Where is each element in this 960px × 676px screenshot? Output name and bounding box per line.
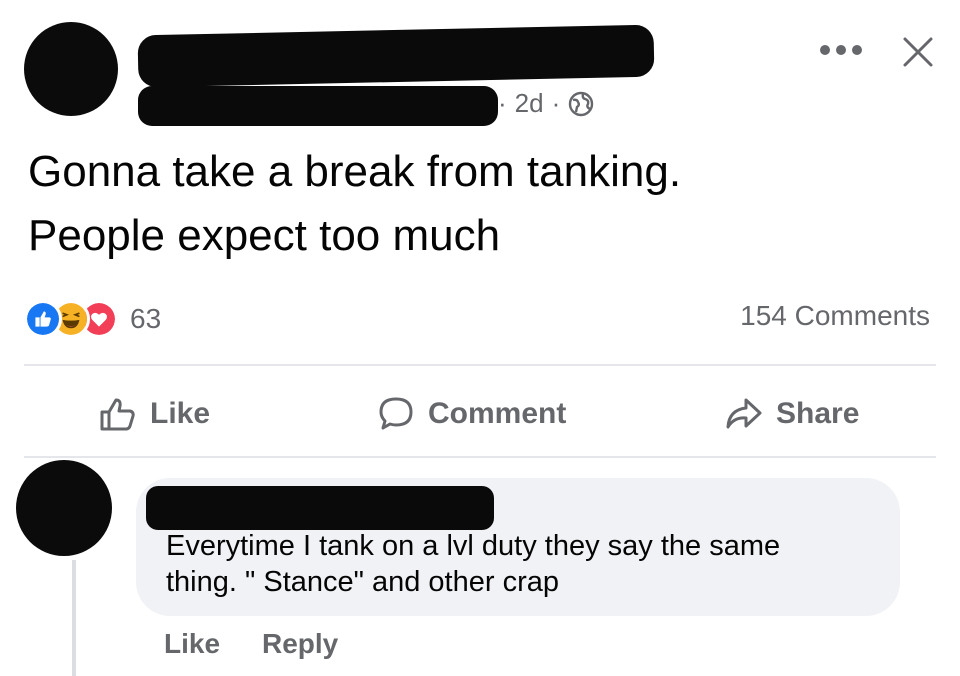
separator-dot: · [498, 88, 507, 118]
commenter-avatar[interactable] [16, 460, 112, 556]
share-button[interactable]: Share [724, 392, 859, 436]
share-icon [726, 398, 762, 429]
comment-reply-button[interactable]: Reply [262, 628, 338, 660]
post-text-line: Gonna take a break from tanking. [28, 147, 682, 196]
divider [24, 456, 936, 458]
comment-like-button[interactable]: Like [164, 628, 220, 660]
post-timestamp[interactable]: 2d [515, 88, 544, 119]
comment-icon [379, 397, 413, 430]
separator-dot: · [551, 88, 561, 118]
post-text: Gonna take a break from tanking. People … [28, 140, 928, 268]
divider [24, 364, 936, 366]
redacted-author-name [137, 24, 655, 88]
like-icon [24, 300, 62, 338]
post-text-line: People expect too much [28, 211, 501, 260]
close-icon[interactable] [898, 32, 938, 72]
post-meta: · 2d · [498, 88, 594, 119]
post-author-avatar[interactable] [24, 22, 118, 116]
redacted-commenter-name [146, 486, 494, 530]
share-label: Share [776, 397, 860, 430]
more-options-icon[interactable] [820, 40, 862, 60]
comment-button[interactable]: Comment [376, 392, 566, 436]
like-label: Like [150, 397, 211, 430]
redacted-author-subtitle [138, 86, 498, 126]
comment-text-line: Everytime I tank on a lvl duty they say … [166, 530, 781, 562]
comment-text: Everytime I tank on a lvl duty they say … [166, 528, 886, 600]
comment-text-line: thing. " Stance" and other crap [166, 566, 560, 598]
thumbs-up-icon [100, 398, 135, 431]
thread-line [72, 560, 76, 676]
reactions-summary[interactable]: 63 [24, 300, 161, 338]
comment-label: Comment [428, 397, 567, 430]
globe-icon [569, 91, 594, 116]
like-button[interactable]: Like [98, 392, 210, 436]
comments-count[interactable]: 154 Comments [740, 300, 930, 332]
reaction-count: 63 [130, 303, 162, 334]
